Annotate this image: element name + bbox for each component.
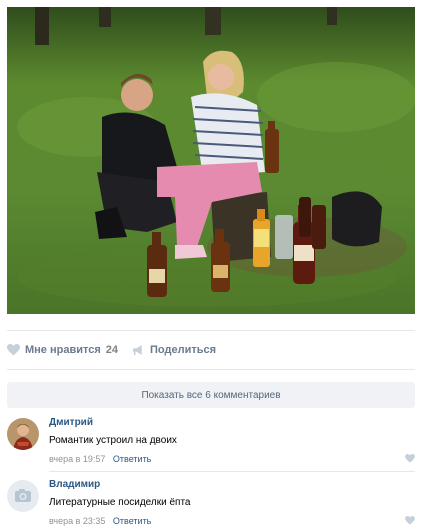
comment-like-button[interactable] bbox=[405, 512, 415, 530]
comment-date[interactable]: вчера в 23:35 bbox=[49, 516, 105, 526]
comment-item: Владимир Литературные посиделки ёпта вче… bbox=[7, 478, 415, 528]
comment-author[interactable]: Владимир bbox=[49, 478, 415, 491]
reply-button[interactable]: Ответить bbox=[113, 516, 151, 526]
show-all-comments-button[interactable]: Показать все 6 комментариев bbox=[7, 382, 415, 408]
heart-icon bbox=[405, 516, 415, 525]
comment-date[interactable]: вчера в 19:57 bbox=[49, 454, 105, 464]
share-label: Поделиться bbox=[150, 344, 217, 356]
reply-button[interactable]: Ответить bbox=[113, 454, 151, 464]
avatar[interactable] bbox=[7, 480, 39, 512]
comment-text: Романтик устроил на двоих bbox=[49, 435, 177, 446]
heart-icon bbox=[405, 454, 415, 463]
comment-text: Литературные посиделки ёпта bbox=[49, 497, 191, 508]
post-photo[interactable] bbox=[7, 7, 415, 314]
avatar-photo bbox=[7, 418, 39, 450]
share-button[interactable]: Поделиться bbox=[132, 344, 216, 356]
like-count: 24 bbox=[105, 344, 119, 356]
comment-item: Дмитрий Романтик устроил на двоих вчера … bbox=[7, 416, 415, 466]
post-photo-image bbox=[7, 7, 415, 314]
megaphone-icon bbox=[133, 345, 142, 355]
comment-author[interactable]: Дмитрий bbox=[49, 416, 415, 429]
heart-icon bbox=[7, 344, 20, 356]
like-label: Мне нравится bbox=[25, 344, 101, 356]
post-actions: Мне нравится 24 Поделиться bbox=[7, 340, 415, 360]
camera-icon bbox=[7, 480, 39, 512]
like-button[interactable]: Мне нравится 24 bbox=[7, 344, 118, 356]
avatar[interactable] bbox=[7, 418, 39, 450]
divider-top bbox=[7, 330, 415, 331]
divider-actions bbox=[7, 369, 415, 370]
comment-like-button[interactable] bbox=[405, 450, 415, 468]
divider-comments bbox=[49, 471, 415, 472]
